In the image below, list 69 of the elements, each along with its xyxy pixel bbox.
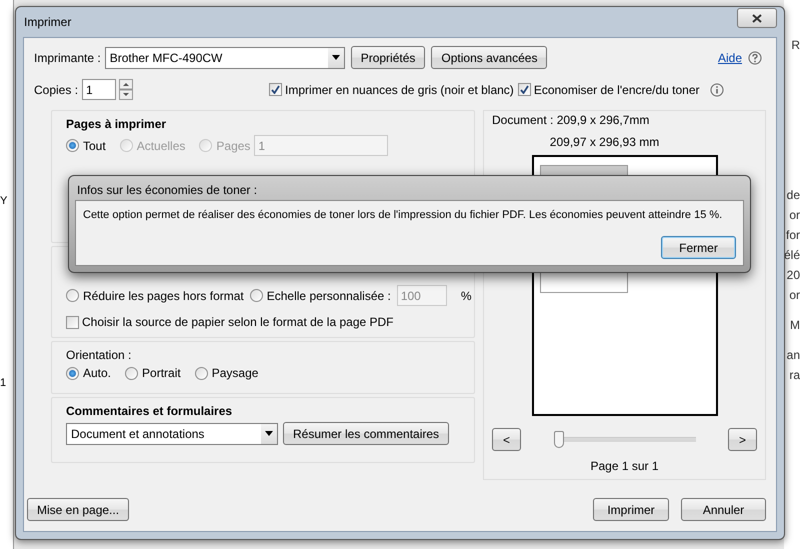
section-title: Pages à imprimer <box>66 117 168 131</box>
radio-label: Actuelles <box>136 138 186 152</box>
radio-button[interactable] <box>125 366 138 380</box>
comments-dropdown[interactable]: Document et annotations <box>66 422 278 444</box>
background-text: an <box>786 348 800 362</box>
section-title: Commentaires et formulaires <box>66 404 234 418</box>
checkbox-label: Imprimer en nuances de gris (noir et blanc) <box>285 82 514 96</box>
page-setup-button[interactable]: Mise en page... <box>27 498 130 521</box>
background-text: Y <box>0 195 8 207</box>
dropdown-value: Document et annotations <box>71 426 204 440</box>
background-text: for <box>786 228 800 242</box>
checkbox-label: Choisir la source de papier selon le format de la page PDF <box>82 315 394 329</box>
background-text: or <box>789 288 800 302</box>
toolbar-button[interactable]: Propriétés <box>350 46 426 69</box>
checkbox-label: Economiser de l'encre/du toner <box>534 82 700 96</box>
radio-button[interactable] <box>66 139 79 152</box>
copies-label: Copies : <box>34 82 78 96</box>
radio-label: Tout <box>83 138 106 152</box>
radio-label: Auto. <box>83 366 112 380</box>
radio-label: Echelle personnalisée : <box>266 288 391 302</box>
toolbar-button[interactable]: Options avancées <box>431 46 548 69</box>
close-icon <box>752 14 762 22</box>
info-icon <box>710 82 724 96</box>
popup-message: Cette option permet de réaliser des économies de toner lors de l'impression du fichier PDF. Les économies peuvent atteindre 15 %. <box>83 209 724 221</box>
page-size: 209,97 x 296,93 mm <box>550 135 660 149</box>
radio-button[interactable] <box>250 289 263 302</box>
radio-label: Paysage <box>212 366 258 380</box>
help-icon <box>748 50 762 64</box>
background-text: élé <box>784 248 800 262</box>
printer-dropdown[interactable]: Brother MFC-490CW <box>104 46 345 68</box>
background-text: R <box>791 38 800 52</box>
radio-button[interactable] <box>66 289 79 302</box>
document-size: Document : 209,9 x 296,7mm <box>492 113 650 127</box>
next-page-button[interactable]: > <box>728 428 757 451</box>
checkmark-icon <box>271 85 280 94</box>
section-title: Orientation : <box>66 348 132 362</box>
close-popup-button[interactable]: Fermer <box>661 236 736 259</box>
radio-button[interactable] <box>194 366 208 380</box>
checkbox[interactable] <box>518 83 531 96</box>
background-text: 1 <box>0 377 8 389</box>
close-button[interactable] <box>737 8 777 28</box>
radio-label: Pages <box>216 138 250 152</box>
dropdown-arrow-icon <box>265 431 273 436</box>
background-text: 20 <box>786 268 800 282</box>
background-text: or <box>789 208 800 222</box>
percent-sign: % <box>460 288 472 302</box>
radio-button[interactable] <box>66 366 79 380</box>
window-title: Imprimer <box>24 15 72 29</box>
checkbox[interactable] <box>269 83 282 96</box>
summarize-button[interactable]: Résumer les commentaires <box>283 422 450 445</box>
copies-field[interactable]: 1 <box>82 79 116 100</box>
checkbox[interactable] <box>66 316 79 328</box>
printer-label: Imprimante : <box>34 50 101 64</box>
radio-label: Portrait <box>142 366 181 380</box>
radio-label: Réduire les pages hors format <box>83 288 244 302</box>
checkmark-icon <box>520 85 529 94</box>
background-text: ra <box>789 368 800 382</box>
action-button[interactable]: Annuler <box>681 498 766 521</box>
help-link[interactable]: Aide <box>718 50 742 64</box>
background-text: de <box>786 188 800 202</box>
printer-name: Brother MFC-490CW <box>110 50 222 64</box>
slider-thumb[interactable] <box>554 431 564 448</box>
previous-page-button[interactable]: < <box>492 428 521 451</box>
popup-title: Infos sur les économies de toner : <box>76 182 258 198</box>
background-text: M <box>790 318 800 332</box>
action-button[interactable]: Imprimer <box>593 498 669 521</box>
page-counter: Page 1 sur 1 <box>590 459 659 473</box>
dropdown-arrow-icon <box>332 55 340 60</box>
spinner-arrows-icon[interactable] <box>119 79 134 100</box>
